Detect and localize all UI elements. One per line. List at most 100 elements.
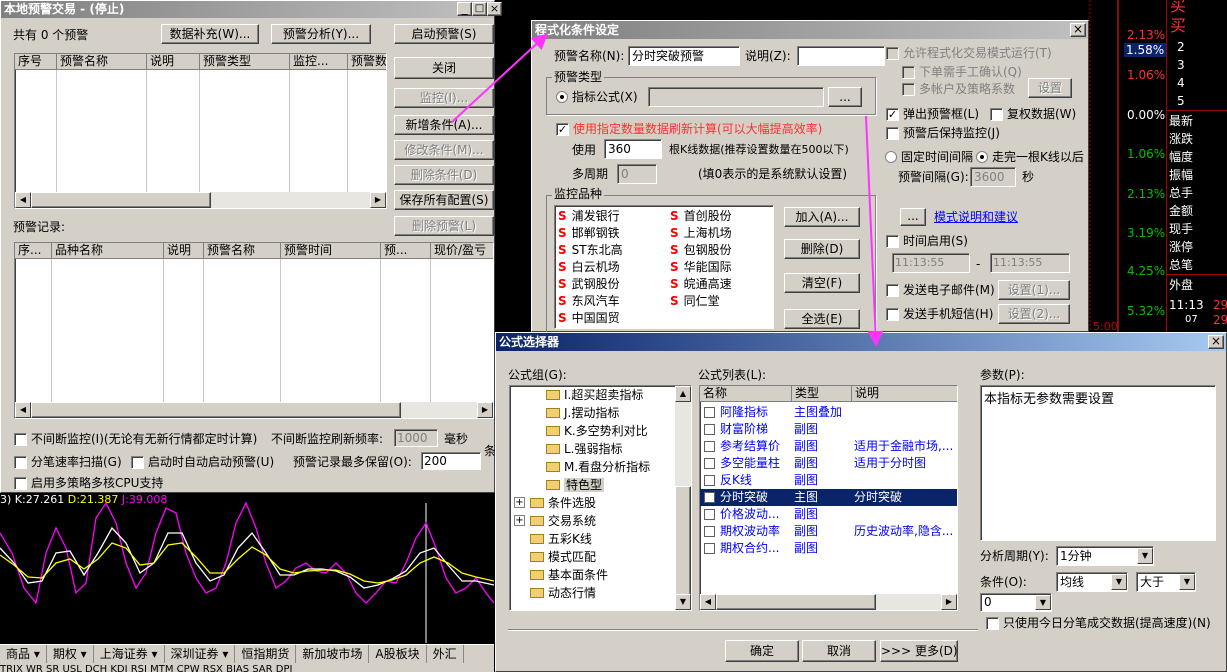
allow-program-checkbox[interactable] [886,47,899,60]
scroll-right-icon[interactable]: ▶ [477,402,493,418]
ok-button[interactable]: 确定 [725,640,799,662]
formula-dialog-close-button[interactable]: × [1208,335,1224,349]
scroll-right-icon[interactable]: ▶ [941,594,957,610]
tree-node[interactable]: 模式匹配 [510,548,675,566]
stock-list-item[interactable]: S 上海机场 [670,225,732,242]
time-end-input[interactable]: 11:13:55 [990,253,1070,273]
interval-input[interactable]: 3600 [970,167,1016,187]
mode-info-button[interactable]: ... [900,208,926,226]
use-count-input[interactable]: 360 [604,139,662,159]
stock-list-item[interactable]: S 武钢股份 [558,276,623,293]
chevron-down-icon[interactable]: ▼ [1179,574,1195,590]
delete-warning-button[interactable]: 删除预警(L) [394,216,494,236]
stock-list-item[interactable]: S 白云机场 [558,259,623,276]
formula-field[interactable] [648,87,824,107]
col-index[interactable]: 序号 [15,54,57,70]
rec-col-pre[interactable]: 预... [381,243,431,259]
tree-node[interactable]: I.超买超卖指标 [510,386,675,404]
more-button[interactable]: >>> 更多(D) [880,640,958,662]
maximize-button[interactable]: □ [472,2,487,16]
stock-list-item[interactable]: S 东风汽车 [558,293,623,310]
tree-node[interactable]: 特色型 [510,476,675,494]
refresh-freq-input[interactable]: 1000 [394,429,438,447]
scroll-thumb[interactable] [31,402,401,418]
condition-num-select[interactable]: 0 ▼ [980,593,1052,612]
continuous-monitor-checkbox[interactable] [14,433,27,446]
formula-list[interactable]: 名称 类型 说明 阿隆指标 主图叠加 财富阶梯 副图 参考结算价 副图 适用于金融市场,..… [699,385,958,611]
tree-node[interactable]: 基本面条件 [510,566,675,584]
delete-condition-button[interactable]: 删除条件(D) [394,165,494,185]
save-all-config-button[interactable]: 保存所有配置(S) [394,190,494,210]
formula-list-hscroll[interactable]: ◀ ▶ [700,594,957,610]
expand-icon[interactable]: + [514,497,525,508]
tree-node[interactable]: L.强弱指标 [510,440,675,458]
sms-settings-button[interactable]: 设置(2)... [998,304,1070,324]
warning-table-hscroll[interactable]: ◀ ▶ [15,192,386,208]
select-all-stock-button[interactable]: 全选(E) [784,309,860,329]
tree-node[interactable]: + 条件选股 [510,494,675,512]
keep-monitor-checkbox[interactable] [886,127,899,140]
multi-period-input[interactable]: 0 [617,164,657,184]
tree-node[interactable]: 五彩K线 [510,530,675,548]
param-box[interactable]: 本指标无参数需要设置 [980,385,1216,541]
col-monitor[interactable]: 监控... [290,54,348,70]
monitor-stock-list[interactable]: S 浦发银行 S 邯郸钢铁 S ST东北高 S 白云机场 S 武钢股份 S 东风汽车 S 中国国贸 S 首创… [554,205,774,329]
scroll-thumb[interactable] [716,594,876,610]
chevron-down-icon[interactable]: ▼ [1137,548,1153,564]
formula-browse-button[interactable]: ... [828,87,862,107]
rec-col-time[interactable]: 预警时间 [281,243,381,259]
warning-table[interactable]: 序号 预警名称 说明 预警类型 监控... 预警数 ◀ ▶ [14,53,387,209]
close-button[interactable]: × [487,2,502,16]
scroll-left-icon[interactable]: ◀ [15,192,31,208]
close-panel-button[interactable]: 关闭 [394,57,494,79]
expand-icon[interactable]: + [514,515,525,526]
scroll-left-icon[interactable]: ◀ [15,402,31,418]
delete-stock-button[interactable]: 删除(D) [784,239,860,259]
formula-row[interactable]: 多空能量柱 副图 适用于分时图 [700,455,957,472]
add-stock-button[interactable]: 加入(A)... [784,207,860,227]
stock-list-item[interactable]: S 邯郸钢铁 [558,225,623,242]
formula-radio[interactable] [556,91,568,103]
chevron-down-icon[interactable]: ▼ [1111,574,1127,590]
tree-node[interactable]: K.多空势利对比 [510,422,675,440]
rec-col-price[interactable]: 现价/盈亏 [431,243,493,259]
adjust-rights-checkbox[interactable] [990,108,1003,121]
stock-list-item[interactable]: S 华能国际 [670,259,732,276]
stock-list-item[interactable]: S 首创股份 [670,208,732,225]
formula-row[interactable]: 阿隆指标 主图叠加 [700,404,957,421]
rec-col-name[interactable]: 品种名称 [52,243,164,259]
stock-list-item[interactable]: S 同仁堂 [670,293,732,310]
fixed-interval-radio[interactable] [885,151,897,163]
manual-confirm-checkbox[interactable] [902,66,915,79]
description-input[interactable] [797,46,885,66]
formula-group-tree[interactable]: I.超买超卖指标 J.摆动指标 K.多空势利对比 L.强弱指标 M.看盘分析指标 特色型 +… [509,385,692,611]
send-email-checkbox[interactable] [886,284,899,297]
col-desc[interactable]: 说明 [147,54,200,70]
multi-account-settings-button[interactable]: 设置 [1028,78,1072,98]
formula-row[interactable]: 期权合约... 副图 [700,540,957,557]
scroll-left-icon[interactable]: ◀ [700,594,716,610]
record-table-hscroll[interactable]: ◀ ▶ [15,402,493,418]
mode-description-link[interactable]: 模式说明和建议 [934,210,1018,224]
tab-options[interactable]: 期权 ▾ [47,645,94,663]
popup-checkbox[interactable]: ✓ [886,108,899,121]
condition-op-select[interactable]: 大于 ▼ [1136,572,1196,592]
multicore-checkbox[interactable] [14,477,27,490]
formula-col-name[interactable]: 名称 [700,386,792,402]
formula-col-type[interactable]: 类型 [792,386,852,402]
scroll-thumb[interactable] [675,486,691,596]
warning-name-input[interactable]: 分时突破预警 [628,46,740,66]
rec-col-desc[interactable]: 说明 [164,243,204,259]
tree-node[interactable]: 动态行情 [510,584,675,602]
tick-scan-checkbox[interactable] [14,456,27,469]
rec-col-index[interactable]: 序... [15,243,52,259]
max-keep-input[interactable]: 200 [421,452,481,470]
scroll-up-icon[interactable]: ▲ [675,386,691,402]
minimize-button[interactable]: _ [457,2,472,16]
modify-condition-button[interactable]: 修改条件(M)... [394,140,494,160]
use-count-checkbox[interactable]: ✓ [556,123,569,136]
stock-list-item[interactable]: S 皖通高速 [670,276,732,293]
formula-row[interactable]: 价格波动... 副图 [700,506,957,523]
warning-record-table[interactable]: 序... 品种名称 说明 预警名称 预警时间 预... 现价/盈亏 ◀ ▶ [14,242,494,419]
program-dialog-close-button[interactable]: × [1070,23,1086,37]
